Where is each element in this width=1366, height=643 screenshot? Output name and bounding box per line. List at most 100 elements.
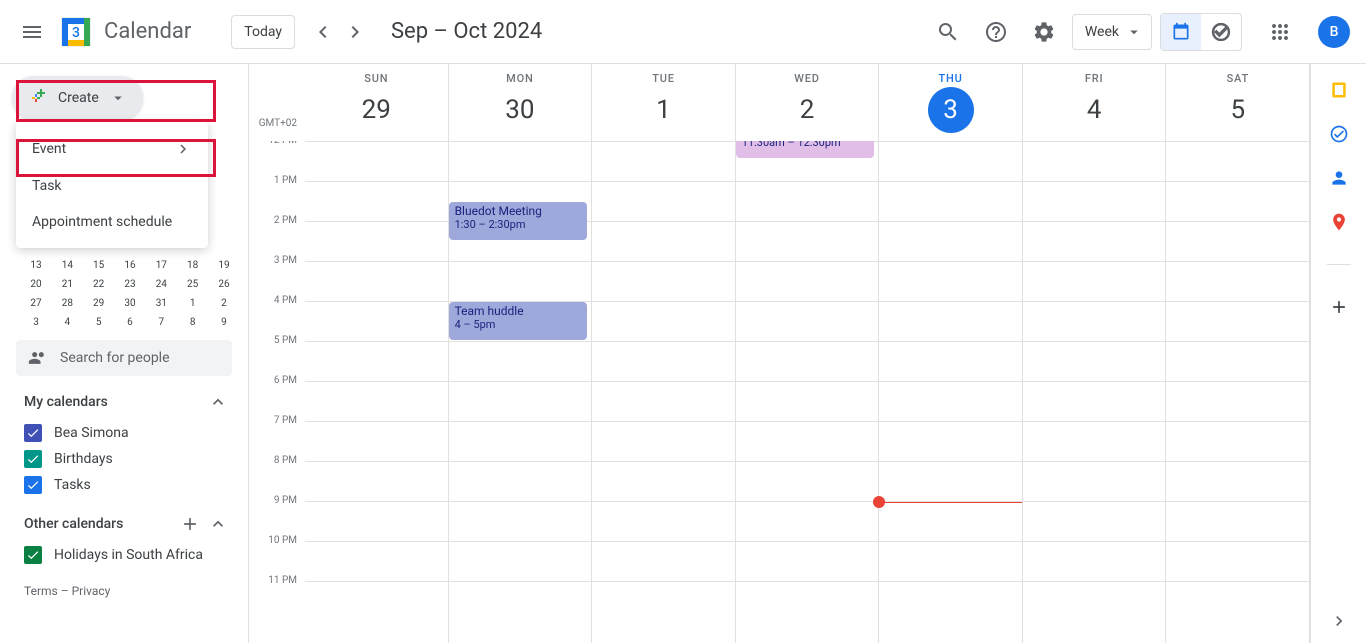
get-addons-button[interactable] <box>1329 297 1349 317</box>
tasks-view-toggle[interactable] <box>1201 14 1241 50</box>
day-column[interactable] <box>879 141 1023 643</box>
hide-panel-button[interactable] <box>1329 611 1349 631</box>
mini-cal-day[interactable]: 24 <box>149 279 173 290</box>
chevron-right-icon <box>343 20 367 44</box>
calendar-item[interactable]: Tasks <box>24 472 228 498</box>
day-number[interactable]: 3 <box>928 87 974 133</box>
day-column[interactable]: Project update11:30am – 12:30pm <box>736 141 880 643</box>
main-menu-button[interactable] <box>8 8 56 56</box>
help-icon <box>984 20 1008 44</box>
mini-cal-day[interactable]: 4 <box>55 317 79 328</box>
calendar-view-toggle[interactable] <box>1161 14 1201 50</box>
privacy-link[interactable]: Privacy <box>72 584 111 598</box>
mini-cal-day[interactable]: 26 <box>212 279 236 290</box>
mini-cal-day[interactable]: 14 <box>55 260 79 271</box>
mini-cal-day[interactable]: 27 <box>24 298 48 309</box>
prev-week-button[interactable] <box>307 16 339 48</box>
mini-cal-day[interactable]: 28 <box>55 298 79 309</box>
calendar-checkbox[interactable] <box>24 546 42 564</box>
mini-cal-day[interactable]: 22 <box>87 279 111 290</box>
mini-cal-day[interactable]: 1 <box>181 298 205 309</box>
calendar-checkbox[interactable] <box>24 424 42 442</box>
gear-icon <box>1032 20 1056 44</box>
day-column[interactable] <box>1023 141 1167 643</box>
create-menu-event[interactable]: Event <box>16 130 208 168</box>
mini-cal-day[interactable]: 6 <box>118 317 142 328</box>
time-label: 12 PM <box>249 141 305 175</box>
mini-cal-day[interactable]: 23 <box>118 279 142 290</box>
day-column[interactable]: Bluedot Meeting1:30 – 2:30pm Team huddle4… <box>449 141 593 643</box>
mini-cal-day[interactable]: 17 <box>149 260 173 271</box>
contacts-app-icon[interactable] <box>1329 168 1349 188</box>
day-number[interactable]: 29 <box>353 87 399 133</box>
days-grid[interactable]: Bluedot Meeting1:30 – 2:30pm Team huddle4… <box>305 141 1310 643</box>
calendar-item[interactable]: Holidays in South Africa <box>24 542 228 568</box>
calendar-checkbox[interactable] <box>24 450 42 468</box>
mini-cal-day[interactable]: 30 <box>118 298 142 309</box>
account-avatar[interactable]: B <box>1318 16 1350 48</box>
chevron-up-icon <box>208 514 228 534</box>
mini-cal-day[interactable]: 21 <box>55 279 79 290</box>
mini-cal-day[interactable]: 15 <box>87 260 111 271</box>
plus-icon[interactable] <box>180 514 200 534</box>
day-column[interactable] <box>1166 141 1310 643</box>
next-week-button[interactable] <box>339 16 371 48</box>
calendar-label: Birthdays <box>54 451 113 467</box>
create-menu-appointment[interactable]: Appointment schedule <box>16 204 208 240</box>
google-apps-button[interactable] <box>1260 12 1300 52</box>
maps-app-icon[interactable] <box>1329 212 1349 232</box>
create-menu-task[interactable]: Task <box>16 168 208 204</box>
calendar-item[interactable]: Birthdays <box>24 446 228 472</box>
calendar-item[interactable]: Bea Simona <box>24 420 228 446</box>
day-number[interactable]: 1 <box>640 87 686 133</box>
day-number[interactable]: 30 <box>497 87 543 133</box>
hamburger-icon <box>20 20 44 44</box>
day-name: TUE <box>592 72 735 85</box>
search-button[interactable] <box>928 12 968 52</box>
side-panel <box>1310 64 1366 643</box>
today-button[interactable]: Today <box>231 15 295 49</box>
calendar-event[interactable]: Project update11:30am – 12:30pm <box>736 141 875 158</box>
calendar-icon <box>1171 22 1191 42</box>
mini-cal-day[interactable]: 25 <box>181 279 205 290</box>
chevron-right-icon <box>174 140 192 158</box>
mini-cal-day[interactable]: 13 <box>24 260 48 271</box>
time-label: 7 PM <box>249 415 305 455</box>
settings-button[interactable] <box>1024 12 1064 52</box>
nav-arrows <box>307 16 371 48</box>
day-column[interactable] <box>305 141 449 643</box>
other-calendars-header[interactable]: Other calendars <box>24 514 228 534</box>
mini-cal-day[interactable]: 9 <box>212 317 236 328</box>
day-number[interactable]: 4 <box>1071 87 1117 133</box>
mini-cal-day[interactable]: 20 <box>24 279 48 290</box>
mini-cal-day[interactable]: 7 <box>149 317 173 328</box>
calendar-event[interactable]: Team huddle4 – 5pm <box>449 302 588 340</box>
mini-cal-day[interactable]: 16 <box>118 260 142 271</box>
mini-calendar[interactable]: 1314151617181920212223242526272829303112… <box>24 260 236 328</box>
day-number[interactable]: 2 <box>784 87 830 133</box>
mini-cal-day[interactable]: 8 <box>181 317 205 328</box>
day-number[interactable]: 5 <box>1215 87 1261 133</box>
day-header: FRI4 <box>1023 64 1167 141</box>
view-selector[interactable]: Week <box>1072 14 1152 50</box>
mini-cal-day[interactable]: 31 <box>149 298 173 309</box>
calendar-label: Holidays in South Africa <box>54 547 203 563</box>
time-label: 9 PM <box>249 495 305 535</box>
create-button[interactable]: Create <box>12 76 143 120</box>
support-button[interactable] <box>976 12 1016 52</box>
time-label: 6 PM <box>249 375 305 415</box>
calendar-event[interactable]: Bluedot Meeting1:30 – 2:30pm <box>449 202 588 240</box>
my-calendars-header[interactable]: My calendars <box>24 392 228 412</box>
tasks-app-icon[interactable] <box>1329 124 1349 144</box>
day-column[interactable] <box>592 141 736 643</box>
terms-link[interactable]: Terms <box>24 584 58 598</box>
mini-cal-day[interactable]: 2 <box>212 298 236 309</box>
mini-cal-day[interactable]: 3 <box>24 317 48 328</box>
search-people[interactable]: Search for people <box>16 340 232 376</box>
mini-cal-day[interactable]: 5 <box>87 317 111 328</box>
mini-cal-day[interactable]: 18 <box>181 260 205 271</box>
mini-cal-day[interactable]: 19 <box>212 260 236 271</box>
calendar-checkbox[interactable] <box>24 476 42 494</box>
mini-cal-day[interactable]: 29 <box>87 298 111 309</box>
keep-app-icon[interactable] <box>1329 80 1349 100</box>
